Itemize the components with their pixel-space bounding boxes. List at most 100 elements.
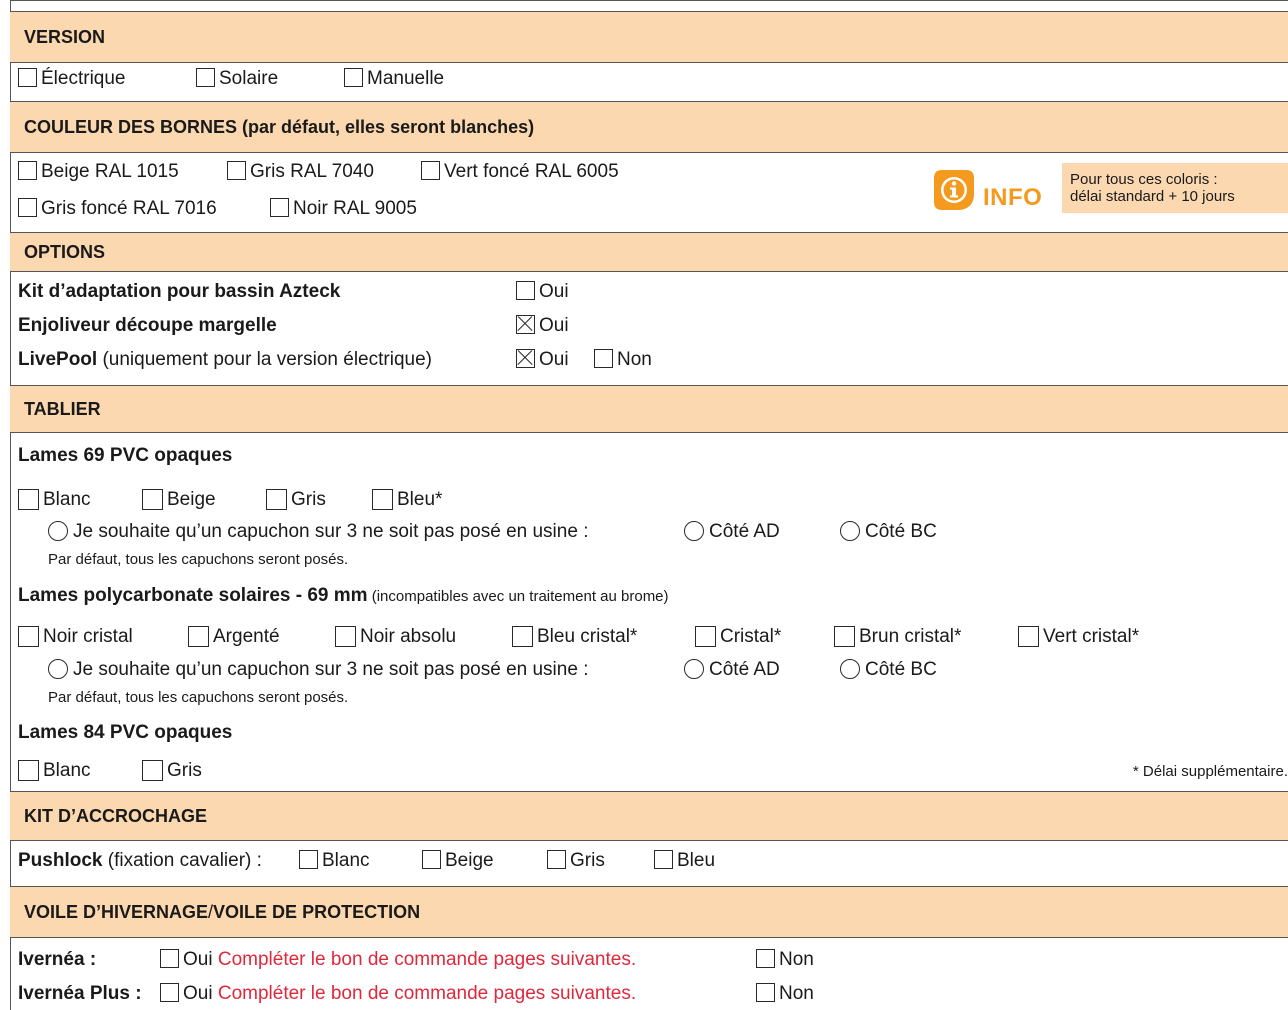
poly-cote-ad[interactable]: Côté AD — [684, 659, 780, 681]
option-gris-ral-7040[interactable]: Gris RAL 7040 — [227, 161, 374, 183]
ivernea-plus-complete-link: Compléter le bon de commande pages suiva… — [217, 983, 637, 1004]
section-header-tablier: TABLIER — [10, 385, 1288, 433]
pvc69-cote-bc[interactable]: Côté BC — [840, 521, 937, 543]
ivernea-plus-non[interactable]: Non — [756, 983, 814, 1005]
radio[interactable] — [840, 659, 860, 679]
info-text-line-1: Pour tous ces coloris : — [1070, 171, 1218, 188]
poly-vert-cristal[interactable]: Vert cristal* — [1018, 626, 1139, 648]
checkbox[interactable] — [18, 161, 37, 180]
radio[interactable] — [684, 659, 704, 679]
pvc69-title: Lames 69 PVC opaques — [18, 445, 233, 466]
poly-brun-cristal[interactable]: Brun cristal* — [834, 626, 961, 648]
checkbox[interactable] — [422, 850, 441, 869]
checkbox[interactable] — [421, 161, 440, 180]
checkbox[interactable] — [834, 626, 855, 647]
enjoliveur-label: Enjoliveur découpe margelle — [18, 315, 277, 336]
radio[interactable] — [48, 521, 68, 541]
checkbox[interactable] — [266, 489, 287, 510]
info-box: Pour tous ces coloris : délai standard +… — [1062, 163, 1288, 213]
ivernea-complete-link: Compléter le bon de commande pages suiva… — [217, 949, 637, 970]
pushlock-bleu[interactable]: Bleu — [654, 850, 715, 872]
section-header-options: OPTIONS — [10, 232, 1288, 272]
pvc84-gris[interactable]: Gris — [142, 760, 202, 782]
checkbox[interactable] — [160, 983, 179, 1002]
section-header-kit: KIT D’ACCROCHAGE — [10, 791, 1288, 841]
pvc69-cote-ad[interactable]: Côté AD — [684, 521, 780, 543]
option-beige-ral-1015[interactable]: Beige RAL 1015 — [18, 161, 179, 183]
enjoliveur-oui[interactable]: Oui — [516, 315, 569, 337]
checkbox[interactable] — [227, 161, 246, 180]
ivernea-plus-label: Ivernéa Plus : — [18, 983, 142, 1004]
checkbox[interactable] — [18, 489, 39, 510]
livepool-oui[interactable]: Oui — [516, 349, 569, 371]
checkbox[interactable] — [512, 626, 533, 647]
pvc84-blanc[interactable]: Blanc — [18, 760, 91, 782]
poly-noir-cristal[interactable]: Noir cristal — [18, 626, 133, 648]
option-noir-ral-9005[interactable]: Noir RAL 9005 — [270, 198, 417, 220]
pvc84-title: Lames 84 PVC opaques — [18, 722, 233, 743]
livepool-non[interactable]: Non — [594, 349, 652, 371]
checkbox-checked[interactable] — [516, 315, 535, 334]
info-icon — [934, 170, 974, 210]
ivernea-label: Ivernéa : — [18, 949, 97, 970]
kit-adaptation-oui[interactable]: Oui — [516, 281, 569, 303]
poly-cristal[interactable]: Cristal* — [695, 626, 781, 648]
option-solaire[interactable]: Solaire — [196, 68, 278, 90]
pushlock-gris[interactable]: Gris — [547, 850, 605, 872]
checkbox[interactable] — [756, 949, 775, 968]
pvc69-defaut-note: Par défaut, tous les capuchons seront po… — [48, 551, 349, 568]
checkbox[interactable] — [335, 626, 356, 647]
checkbox[interactable] — [18, 760, 39, 781]
option-electrique[interactable]: Électrique — [18, 68, 126, 90]
checkbox[interactable] — [654, 850, 673, 869]
ivernea-plus-oui[interactable]: Oui Compléter le bon de commande pages s… — [160, 983, 636, 1005]
option-manuelle[interactable]: Manuelle — [344, 68, 444, 90]
pvc69-blanc[interactable]: Blanc — [18, 489, 91, 511]
checkbox[interactable] — [188, 626, 209, 647]
checkbox[interactable] — [270, 198, 289, 217]
checkbox[interactable] — [142, 489, 163, 510]
poly-defaut-note: Par défaut, tous les capuchons seront po… — [48, 689, 349, 706]
checkbox[interactable] — [142, 760, 163, 781]
checkbox[interactable] — [344, 68, 363, 87]
checkbox[interactable] — [1018, 626, 1039, 647]
poly-capuchon-option[interactable]: Je souhaite qu’un capuchon sur 3 ne soit… — [48, 659, 588, 681]
kit-adaptation-label: Kit d’adaptation pour bassin Azteck — [18, 281, 341, 302]
pvc69-bleu[interactable]: Bleu* — [372, 489, 442, 511]
option-vert-fonce-ral-6005[interactable]: Vert foncé RAL 6005 — [421, 161, 619, 183]
info-text-line-2: délai standard + 10 jours — [1070, 188, 1235, 205]
ivernea-non[interactable]: Non — [756, 949, 814, 971]
checkbox[interactable] — [18, 68, 37, 87]
ivernea-oui[interactable]: Oui Compléter le bon de commande pages s… — [160, 949, 636, 971]
pvc69-capuchon-option[interactable]: Je souhaite qu’un capuchon sur 3 ne soit… — [48, 521, 588, 543]
pushlock-beige[interactable]: Beige — [422, 850, 494, 872]
poly-argente[interactable]: Argenté — [188, 626, 280, 648]
checkbox[interactable] — [756, 983, 775, 1002]
checkbox[interactable] — [695, 626, 716, 647]
pvc69-beige[interactable]: Beige — [142, 489, 216, 511]
pushlock-blanc[interactable]: Blanc — [299, 850, 370, 872]
checkbox[interactable] — [18, 626, 39, 647]
checkbox[interactable] — [516, 281, 535, 300]
checkbox[interactable] — [299, 850, 318, 869]
section-header-version: VERSION — [10, 11, 1288, 63]
pvc69-gris[interactable]: Gris — [266, 489, 326, 511]
checkbox[interactable] — [196, 68, 215, 87]
section-header-couleur: COULEUR DES BORNES (par défaut, elles se… — [10, 101, 1288, 153]
poly-bleu-cristal[interactable]: Bleu cristal* — [512, 626, 637, 648]
checkbox[interactable] — [160, 949, 179, 968]
checkbox[interactable] — [372, 489, 393, 510]
poly-noir-absolu[interactable]: Noir absolu — [335, 626, 456, 648]
checkbox[interactable] — [594, 349, 613, 368]
poly-title: Lames polycarbonate solaires - 69 mm (in… — [18, 585, 669, 606]
checkbox[interactable] — [18, 198, 37, 217]
radio[interactable] — [684, 521, 704, 541]
checkbox-checked[interactable] — [516, 349, 535, 368]
livepool-label: LivePool (uniquement pour la version éle… — [18, 349, 432, 370]
checkbox[interactable] — [547, 850, 566, 869]
radio[interactable] — [48, 659, 68, 679]
option-gris-fonce-ral-7016[interactable]: Gris foncé RAL 7016 — [18, 198, 217, 220]
radio[interactable] — [840, 521, 860, 541]
delai-note: * Délai supplémentaire. — [1132, 763, 1288, 780]
poly-cote-bc[interactable]: Côté BC — [840, 659, 937, 681]
